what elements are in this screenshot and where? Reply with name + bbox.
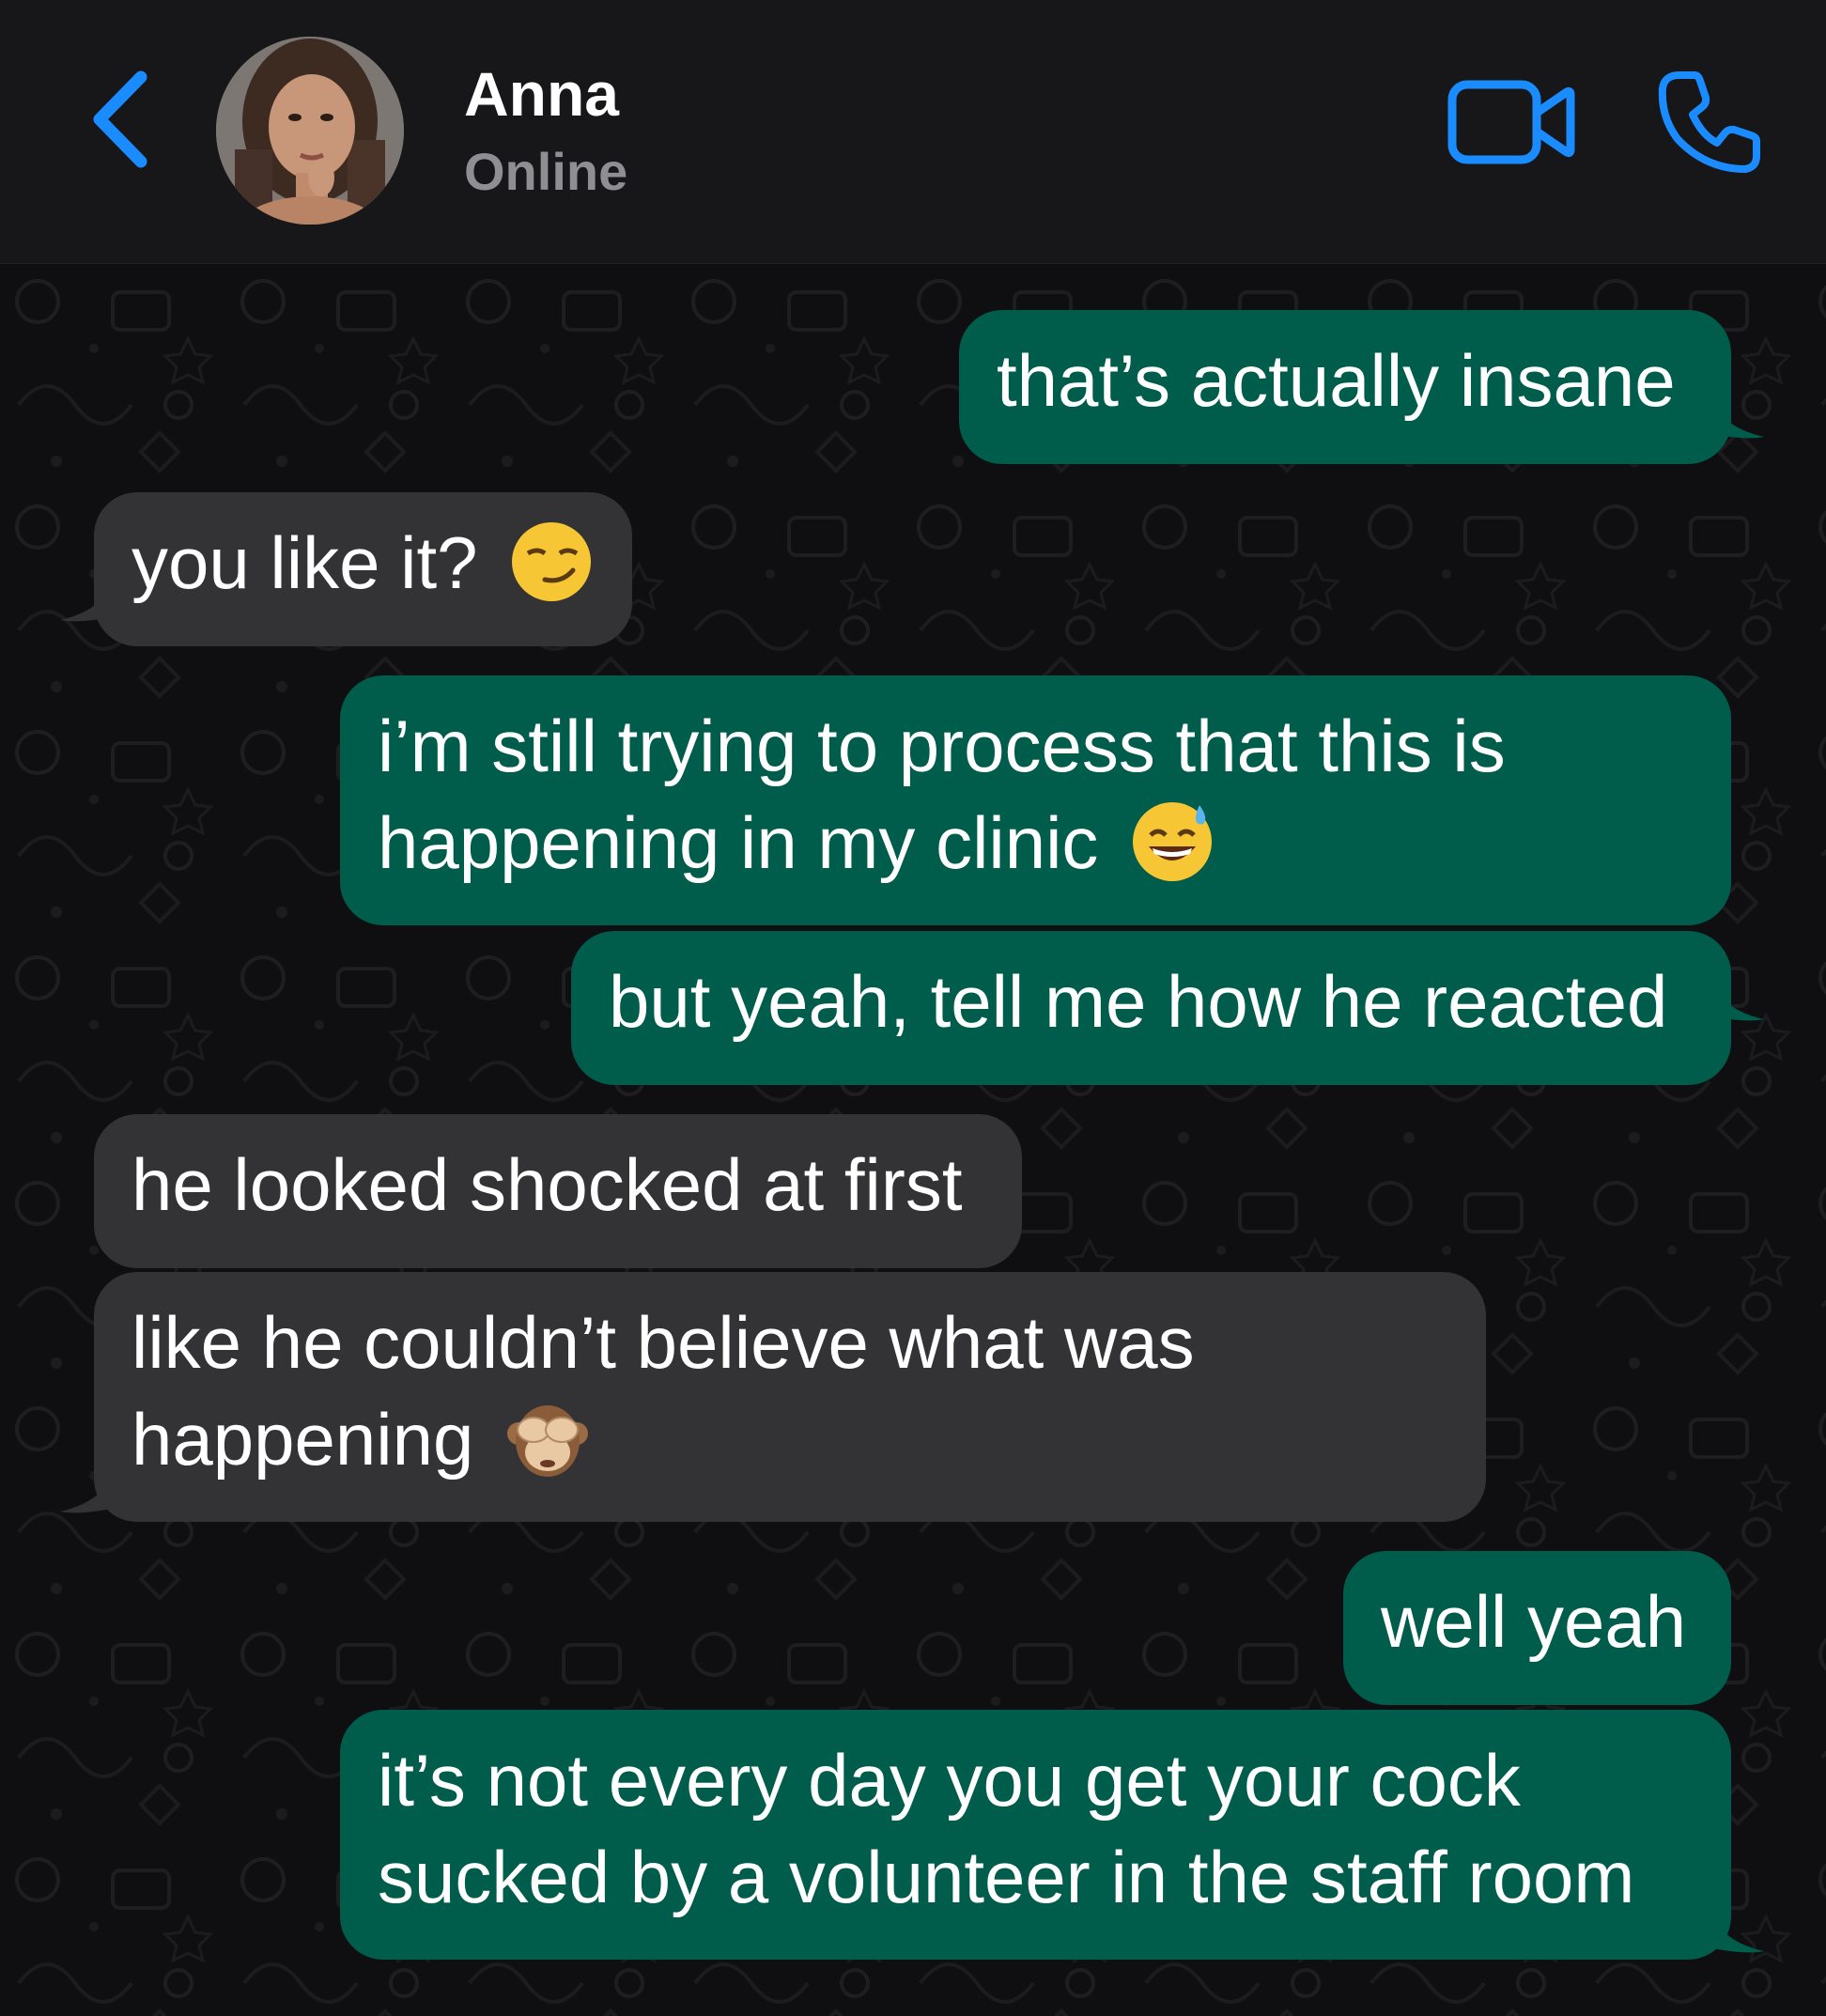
message-text: but yeah, tell me how he reacted	[609, 960, 1668, 1043]
video-call-button[interactable]	[1447, 75, 1578, 169]
message-incoming[interactable]: you like it?	[94, 492, 632, 646]
message-line: sucked by a volunteer in the staff room	[378, 1836, 1635, 1918]
chat-header: Anna Online	[0, 0, 1826, 264]
message-text: happening	[132, 1398, 474, 1481]
message-text: that’s actually insane	[997, 339, 1676, 422]
message-incoming[interactable]: he looked shocked at first	[94, 1114, 1022, 1268]
chat-screen: Anna Online that’s actually insane you l…	[0, 0, 1826, 2016]
message-line-with-emoji: happening	[132, 1391, 1448, 1488]
message-text: well yeah	[1381, 1580, 1687, 1663]
contact-photo	[216, 37, 404, 225]
message-line: like he couldn’t believe what was	[132, 1301, 1195, 1384]
see-no-evil-monkey-icon	[507, 1405, 589, 1478]
message-text: he looked shocked at first	[132, 1143, 963, 1226]
message-text: you like it?	[132, 521, 478, 604]
message-outgoing[interactable]: it’s not every day you get your cock suc…	[340, 1710, 1731, 1960]
message-outgoing[interactable]: i’m still trying to process that this is…	[340, 675, 1731, 925]
message-line: it’s not every day you get your cock	[378, 1739, 1521, 1822]
video-camera-icon	[1447, 80, 1575, 164]
message-outgoing[interactable]: well yeah	[1343, 1551, 1731, 1705]
message-list[interactable]: that’s actually insane you like it? i’m …	[0, 264, 1826, 2016]
message-line-with-emoji: happening in my clinic	[378, 795, 1694, 892]
contact-status: Online	[464, 142, 628, 201]
phone-icon	[1658, 71, 1760, 173]
back-button[interactable]	[86, 68, 162, 171]
contact-name[interactable]: Anna	[464, 56, 619, 132]
avatar[interactable]	[216, 37, 404, 225]
message-text: happening in my clinic	[378, 801, 1099, 884]
message-outgoing[interactable]: that’s actually insane	[959, 310, 1731, 464]
grinning-face-with-sweat-icon	[1133, 802, 1213, 882]
message-outgoing[interactable]: but yeah, tell me how he reacted	[571, 931, 1731, 1085]
message-line: i’m still trying to process that this is	[378, 705, 1506, 787]
voice-call-button[interactable]	[1653, 66, 1766, 178]
message-incoming[interactable]: like he couldn’t believe what was happen…	[94, 1272, 1486, 1522]
smirking-face-icon	[512, 522, 592, 602]
chevron-left-icon	[93, 70, 147, 168]
